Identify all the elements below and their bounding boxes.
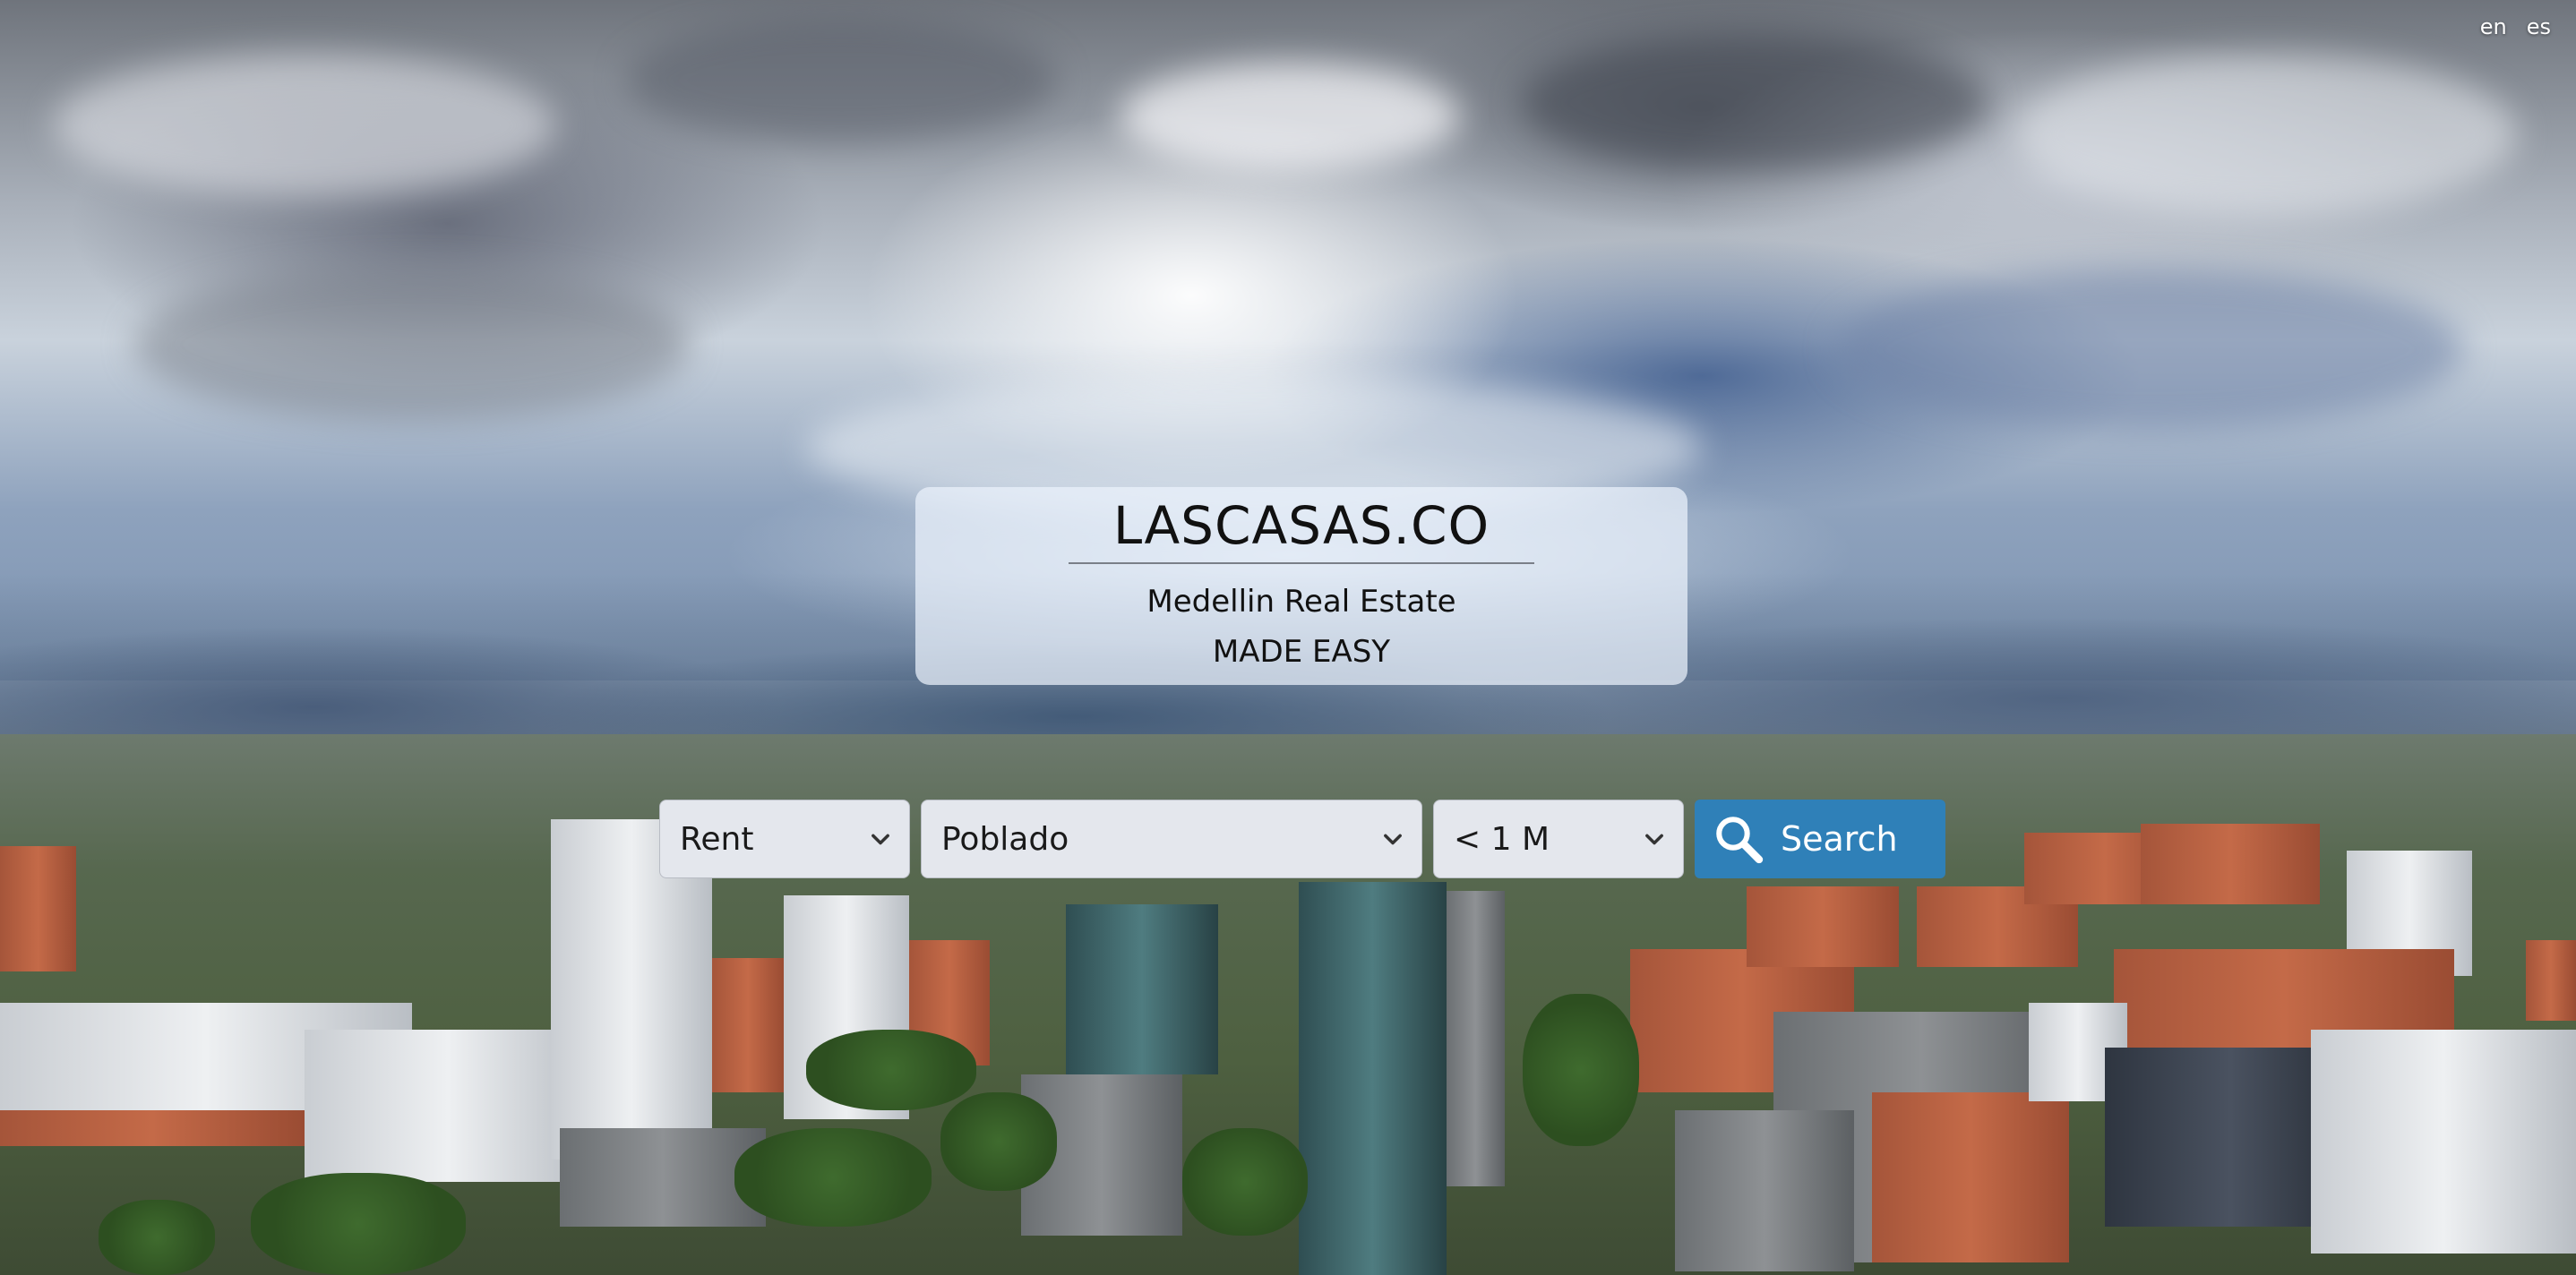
chevron-down-icon <box>872 834 889 845</box>
chevron-down-icon <box>1645 834 1663 845</box>
search-button[interactable]: Search <box>1695 800 1945 878</box>
operation-select-value: Rent <box>680 820 754 858</box>
neighborhood-select-value: Poblado <box>941 820 1069 858</box>
language-switcher: en es <box>2480 14 2551 39</box>
hero-subtagline: MADE EASY <box>1212 634 1391 670</box>
search-icon <box>1716 817 1764 864</box>
search-bar: Rent Poblado < 1 M Search <box>659 800 1945 878</box>
hero-card: LASCASAS.CO Medellin Real Estate MADE EA… <box>915 487 1687 685</box>
search-button-label: Search <box>1781 819 1898 859</box>
brand-title: LASCASAS.CO <box>1112 495 1490 556</box>
landing-page: en es LASCASAS.CO Medellin Real Estate M… <box>0 0 2576 1275</box>
price-select-value: < 1 M <box>1454 820 1550 858</box>
lang-link-es[interactable]: es <box>2527 14 2551 39</box>
hero-tagline: Medellin Real Estate <box>1146 584 1456 620</box>
title-divider <box>1069 562 1534 564</box>
price-select[interactable]: < 1 M <box>1433 800 1684 878</box>
operation-select[interactable]: Rent <box>659 800 910 878</box>
chevron-down-icon <box>1384 834 1402 845</box>
neighborhood-select[interactable]: Poblado <box>921 800 1422 878</box>
lang-link-en[interactable]: en <box>2480 14 2507 39</box>
